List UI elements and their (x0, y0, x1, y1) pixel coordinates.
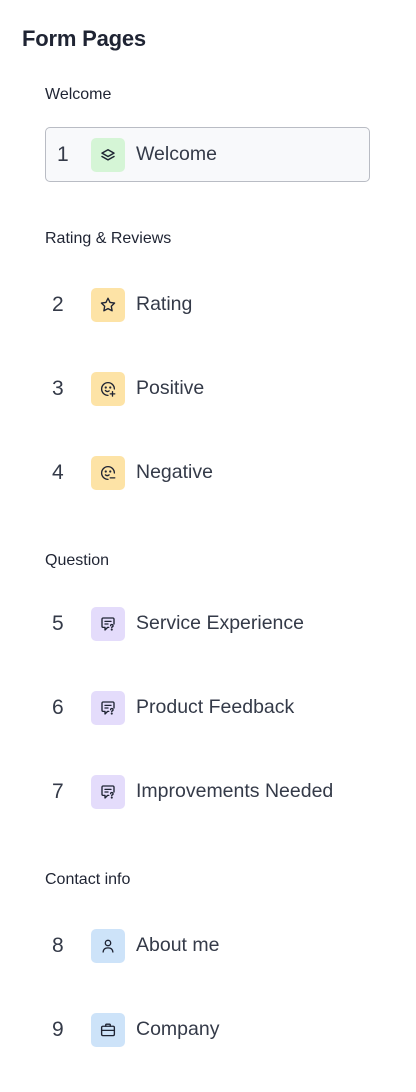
page-label: Product Feedback (136, 696, 295, 718)
page-label: Service Experience (136, 612, 304, 634)
page-number: 2 (52, 292, 64, 316)
page-item-rating[interactable]: 2 Rating (45, 277, 370, 332)
page-item-about-me[interactable]: 8 About me (45, 918, 370, 973)
user-icon (91, 928, 125, 963)
page-number: 9 (52, 1017, 64, 1041)
page-item-welcome[interactable]: 1 Welcome (45, 127, 370, 182)
page-label: Welcome (136, 143, 217, 165)
section-label-contact-info: Contact info (45, 871, 131, 888)
briefcase-icon (91, 1012, 125, 1047)
section-label-welcome: Welcome (45, 86, 112, 103)
page-item-product-feedback[interactable]: 6 Product Feedback (45, 680, 370, 735)
page-item-improvements-needed[interactable]: 7 Improvements Needed (45, 764, 370, 819)
page-item-service-experience[interactable]: 5 Service Experience (45, 596, 370, 651)
smile-plus-icon (91, 371, 125, 406)
panel-title: Form Pages (22, 26, 146, 51)
page-item-positive[interactable]: 3 Positive (45, 361, 370, 416)
page-label: Negative (136, 461, 213, 483)
page-number: 3 (52, 376, 64, 400)
page-label: About me (136, 934, 220, 956)
section-label-rating-reviews: Rating & Reviews (45, 230, 172, 247)
page-number: 7 (52, 779, 64, 803)
section-label-question: Question (45, 552, 110, 569)
page-number: 5 (52, 611, 64, 635)
page-number: 8 (52, 933, 64, 957)
page-number: 1 (57, 142, 69, 166)
layers-icon (91, 137, 125, 172)
star-icon (91, 287, 125, 322)
smile-minus-icon (91, 455, 125, 490)
page-item-company[interactable]: 9 Company (45, 1002, 370, 1057)
page-label: Improvements Needed (136, 780, 334, 802)
page-number: 4 (52, 460, 64, 484)
message-question-icon (91, 690, 125, 725)
page-label: Positive (136, 377, 205, 399)
page-item-negative[interactable]: 4 Negative (45, 445, 370, 500)
message-question-icon (91, 774, 125, 809)
page-label: Company (136, 1018, 220, 1040)
page-number: 6 (52, 695, 64, 719)
page-label: Rating (136, 293, 193, 315)
message-question-icon (91, 606, 125, 641)
